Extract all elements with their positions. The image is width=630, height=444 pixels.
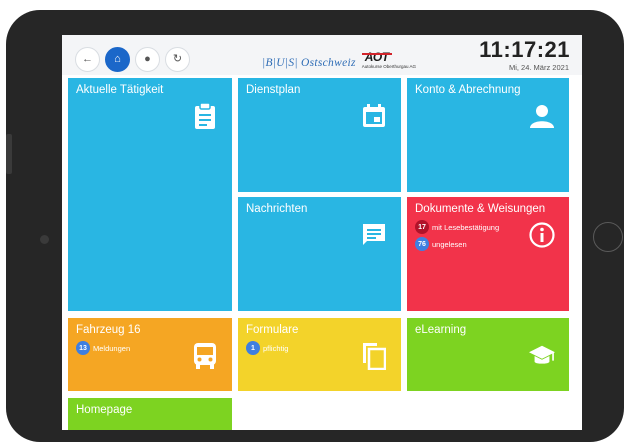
- tile-label: Homepage: [76, 404, 133, 416]
- app-screen: ← ⌂ ● ↻ |B|U|S| Ostschweiz AOT Autokurse…: [62, 35, 582, 430]
- tile-label: Nachrichten: [246, 203, 308, 215]
- clock-time: 11:17:21: [479, 37, 570, 62]
- aot-logo: AOT Autokurse Oberthurgau AG: [361, 50, 417, 69]
- back-button[interactable]: ←: [75, 47, 100, 72]
- tablet-home-button: [593, 222, 623, 252]
- aot-logo-subtitle: Autokurse Oberthurgau AG: [361, 64, 417, 69]
- tile-dienstplan[interactable]: Dienstplan: [238, 78, 401, 192]
- bus-ostschweiz-logo-text: |B|U|S| Ostschweiz: [262, 57, 356, 69]
- badge-label: ungelesen: [432, 239, 467, 249]
- tile-label: Dienstplan: [246, 84, 301, 96]
- tile-nachrichten[interactable]: Nachrichten: [238, 197, 401, 311]
- person-icon: ●: [144, 53, 151, 65]
- tile-label: Aktuelle Tätigkeit: [76, 84, 164, 96]
- count-badge: 76: [415, 237, 429, 251]
- clock-date: Mi, 24. März 2021: [508, 63, 569, 72]
- header-bar: ← ⌂ ● ↻ |B|U|S| Ostschweiz AOT Autokurse…: [62, 35, 582, 75]
- refresh-icon: ↻: [172, 53, 183, 65]
- home-icon: ⌂: [114, 53, 121, 65]
- badge-label: Meldungen: [93, 343, 131, 353]
- tablet-camera: [40, 235, 49, 244]
- tile-label: eLearning: [415, 324, 467, 336]
- tablet-side-button: [6, 134, 12, 174]
- refresh-button[interactable]: ↻: [165, 47, 190, 72]
- badge-label: pflichtig: [263, 343, 289, 353]
- calendar-icon: [361, 103, 387, 129]
- chat-icon: [361, 222, 387, 248]
- tile-label: Formulare: [246, 324, 299, 336]
- user-button[interactable]: ●: [135, 47, 160, 72]
- tile-homepage[interactable]: Homepage: [68, 398, 232, 430]
- tile-aktuelle-taetigkeit[interactable]: Aktuelle Tätigkeit: [68, 78, 232, 311]
- count-badge: 13: [76, 341, 90, 355]
- bus-icon: [192, 343, 218, 369]
- tile-label: Fahrzeug 16: [76, 324, 141, 336]
- company-logo: |B|U|S| Ostschweiz AOT Autokurse Oberthu…: [262, 47, 416, 69]
- aot-logo-mark: AOT: [361, 50, 392, 64]
- graduation-cap-icon: [529, 343, 555, 369]
- tile-fahrzeug[interactable]: Fahrzeug 16 13 Meldungen: [68, 318, 232, 391]
- clipboard-icon: [192, 103, 218, 129]
- home-button[interactable]: ⌂: [105, 47, 130, 72]
- count-badge: 17: [415, 220, 429, 234]
- tile-konto-abrechnung[interactable]: Konto & Abrechnung: [407, 78, 569, 192]
- arrow-left-icon: ←: [82, 53, 93, 65]
- tile-label: Konto & Abrechnung: [415, 84, 521, 96]
- count-badge: 1: [246, 341, 260, 355]
- copy-icon: [361, 343, 387, 370]
- person-icon: [529, 103, 555, 129]
- tile-dokumente-weisungen[interactable]: Dokumente & Weisungen 17 mit Lesebestäti…: [407, 197, 569, 311]
- tile-label: Dokumente & Weisungen: [415, 203, 546, 215]
- tile-elearning[interactable]: eLearning: [407, 318, 569, 391]
- info-icon: [529, 222, 555, 248]
- tile-formulare[interactable]: Formulare 1 pflichtig: [238, 318, 401, 391]
- badge-label: mit Lesebestätigung: [432, 222, 500, 232]
